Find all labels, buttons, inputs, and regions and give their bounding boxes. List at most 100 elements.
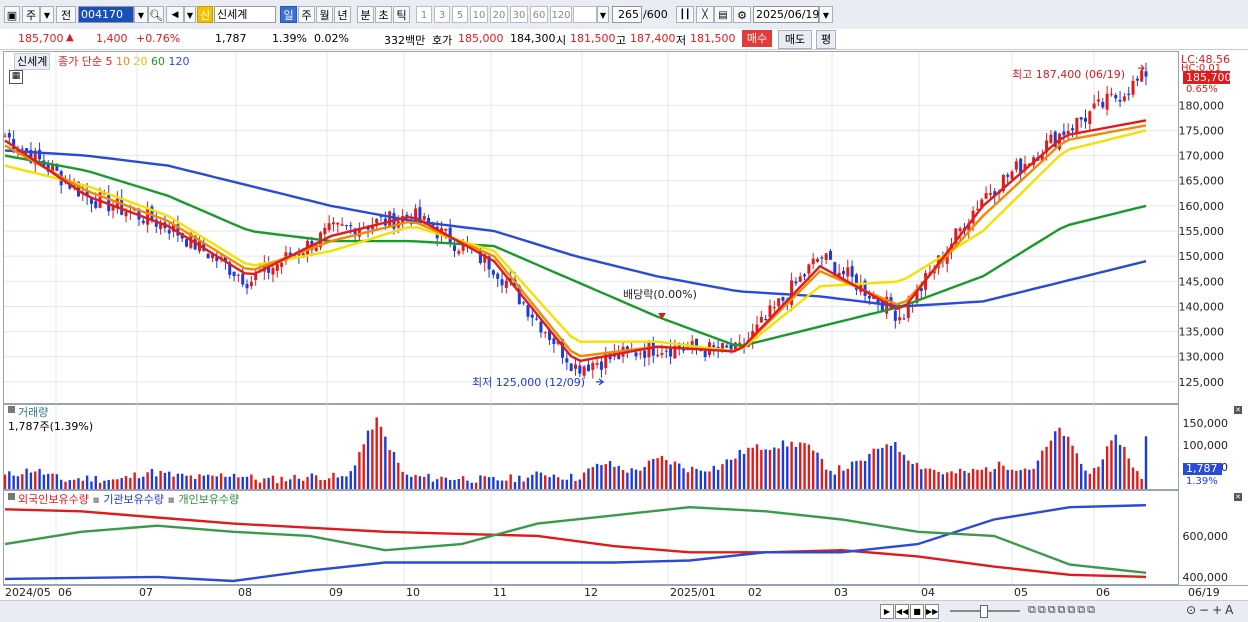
candle-body	[958, 228, 962, 232]
candle-body	[634, 352, 638, 357]
bottom-tools-icons[interactable]: ⧉⧉⧉⧉⧉⧉⧉	[1028, 603, 1097, 617]
y-tick-label: 145,000	[1179, 275, 1225, 288]
candle-body	[236, 274, 240, 276]
candle-body	[660, 352, 664, 355]
volume-subtitle: 1,787주(1.39%)	[8, 420, 94, 433]
fast-forward-icon[interactable]: ▶▶	[925, 604, 939, 619]
candle-body	[565, 358, 569, 363]
candle-body	[643, 350, 647, 358]
candle-body	[422, 216, 426, 220]
stop-icon[interactable]: ■	[910, 604, 924, 619]
candle-body	[651, 342, 655, 356]
candle-body	[811, 258, 815, 265]
individual-holding-label: 개인보유수량	[178, 493, 240, 506]
y-tick-label: 180,000	[1179, 99, 1225, 112]
candle-body	[7, 133, 11, 138]
y-tick-label: 155,000	[1179, 225, 1225, 238]
candle-body	[1014, 161, 1018, 170]
holding-panel-handle-icon[interactable]	[8, 493, 15, 500]
candle-body	[232, 271, 236, 277]
x-axis	[3, 585, 1248, 601]
candle-body	[249, 281, 253, 287]
candle-body	[3, 135, 7, 137]
y-tick-label: 140,000	[1179, 300, 1225, 313]
volume-tag-pct: 1.39%	[1186, 476, 1218, 487]
candle-body	[768, 305, 772, 318]
candle-body	[1122, 96, 1126, 101]
ma-line-20	[4, 129, 1147, 353]
candle-body	[241, 273, 245, 285]
candle-body	[1114, 95, 1118, 99]
candle-body	[1131, 80, 1135, 95]
candle-body	[336, 222, 340, 225]
low-annotation: 최저 125,000 (12/09)	[472, 376, 586, 389]
volume-tag: 1,787	[1183, 463, 1222, 475]
candle-body	[578, 365, 582, 374]
candle-body	[1006, 174, 1010, 177]
candle-body	[850, 266, 854, 277]
foreign-holding-label: 외국인보유수량	[18, 493, 89, 506]
volume-panel-handle-icon[interactable]	[8, 406, 15, 413]
candle-body	[1071, 128, 1075, 131]
ma-line-5	[4, 119, 1147, 363]
candle-body	[245, 283, 249, 289]
candle-body	[816, 259, 820, 262]
candle-body	[552, 338, 556, 345]
candle-body	[444, 228, 448, 231]
holding-close-icon[interactable]: ✕	[1234, 493, 1242, 501]
candle-body	[712, 345, 716, 348]
candle-body	[530, 314, 534, 318]
candle-body	[803, 274, 807, 277]
candle-body	[846, 267, 850, 277]
candle-body	[781, 297, 785, 301]
candle-body	[898, 317, 902, 321]
candle-body	[841, 271, 845, 275]
candle-body	[772, 307, 776, 309]
candle-body	[1140, 70, 1144, 82]
candle-body	[331, 222, 335, 225]
candle-body	[167, 229, 171, 234]
y-tick-label: 135,000	[1179, 326, 1225, 339]
y-tick-label: 175,000	[1179, 124, 1225, 137]
candle-body	[271, 268, 275, 275]
candle-body	[759, 317, 763, 323]
rewind-icon[interactable]: ◀◀	[895, 604, 909, 619]
y-tick-label: 125,000	[1179, 376, 1225, 389]
volume-tick-label: 100,000	[1183, 439, 1229, 452]
high-annotation: 최고 187,400 (06/19)	[1012, 68, 1126, 81]
candle-body	[89, 198, 93, 204]
candle-body	[1075, 117, 1079, 133]
candle-body	[535, 318, 539, 320]
candle-body	[543, 332, 547, 334]
candle-body	[794, 281, 798, 284]
candle-body	[867, 295, 871, 299]
candle-body	[38, 149, 42, 160]
candle-body	[20, 148, 24, 150]
low-arrow-marker	[596, 378, 605, 386]
zoom-controls-icon[interactable]: ⊙−+A	[1186, 603, 1236, 617]
zoom-slider-handle[interactable]	[980, 605, 988, 618]
candle-body	[1127, 93, 1131, 96]
candle-body	[1083, 117, 1087, 122]
candle-body	[206, 253, 210, 259]
candle-body	[1109, 93, 1113, 95]
volume-close-icon[interactable]: ✕	[1234, 406, 1242, 414]
candle-body	[500, 279, 504, 286]
candle-body	[185, 239, 189, 247]
candle-body	[344, 225, 348, 227]
holding-legend: 외국인보유수량 ▪ 기관보유수량 ▪ 개인보유수량	[18, 493, 240, 506]
candle-body	[522, 302, 526, 304]
candle-body	[1105, 93, 1109, 110]
candle-body	[124, 211, 128, 217]
y-tick-label: 165,000	[1179, 175, 1225, 188]
candle-body	[1135, 78, 1139, 81]
candle-body	[349, 225, 353, 227]
ma-line-10	[4, 124, 1147, 358]
candle-body	[725, 345, 729, 348]
scroll-right-icon[interactable]: ▶	[880, 604, 894, 619]
candle-body	[340, 224, 344, 226]
candle-body	[1101, 101, 1105, 108]
candle-body	[327, 223, 331, 231]
candle-body	[1062, 131, 1066, 136]
holding-tick-label: 600,000	[1183, 530, 1229, 543]
